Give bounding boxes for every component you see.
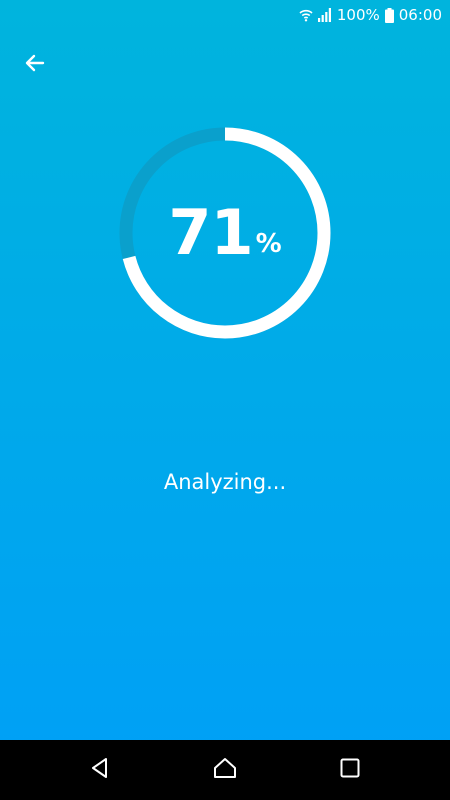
recents-square-icon <box>340 758 360 782</box>
nav-back-button[interactable] <box>80 750 120 790</box>
nav-home-button[interactable] <box>205 750 245 790</box>
progress-percent-unit: % <box>255 229 282 259</box>
progress-readout: 71 % <box>118 126 332 340</box>
app-bar <box>0 30 450 100</box>
home-icon <box>213 756 237 784</box>
analyzing-status-label: Analyzing... <box>163 470 287 494</box>
wifi-icon <box>299 8 313 22</box>
arrow-left-icon <box>23 51 47 79</box>
battery-icon <box>384 7 394 23</box>
nav-recents-button[interactable] <box>330 750 370 790</box>
system-nav-bar <box>0 740 450 800</box>
progress-percent-value: 71 <box>168 196 253 269</box>
battery-text: 100% <box>336 6 380 24</box>
clock-time: 06:00 <box>398 6 442 24</box>
signal-icon <box>317 8 332 22</box>
back-button[interactable] <box>14 44 56 86</box>
status-bar: 100% 06:00 <box>0 0 450 30</box>
back-triangle-icon <box>89 757 111 783</box>
analyzing-screen: 100% 06:00 71 % Analyzing... <box>0 0 450 800</box>
